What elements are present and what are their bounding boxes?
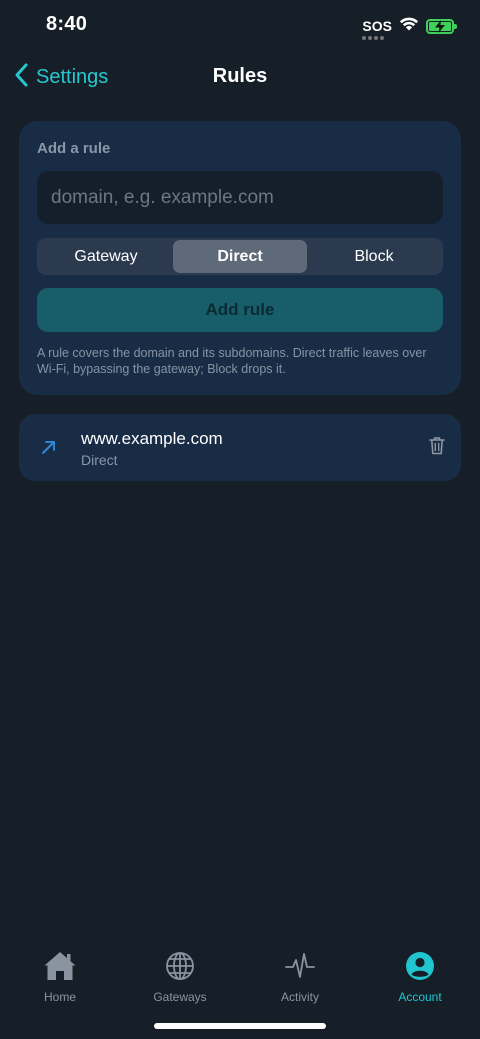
rule-domain: www.example.com <box>81 429 223 448</box>
mode-direct[interactable]: Direct <box>173 240 307 273</box>
home-icon <box>43 948 77 984</box>
home-indicator <box>154 1023 326 1029</box>
battery-icon <box>426 18 457 34</box>
pulse-icon <box>285 948 315 984</box>
add-rule-heading: Add a rule <box>37 140 111 157</box>
tab-label: Account <box>398 990 442 1004</box>
tab-account[interactable]: Account <box>360 940 480 1010</box>
tab-label: Gateways <box>153 990 207 1004</box>
add-rule-card: Add a rule Gateway Direct Block Add rule… <box>19 121 461 395</box>
status-bar: 8:40 SOS <box>0 0 480 52</box>
account-icon <box>405 948 435 984</box>
rule-list-item[interactable]: www.example.com Direct <box>19 414 461 481</box>
tab-bar: Home Gateways Activity Account <box>0 940 480 1010</box>
globe-icon <box>165 948 195 984</box>
signal-dots <box>362 36 385 40</box>
tab-activity[interactable]: Activity <box>240 940 360 1010</box>
tab-gateways[interactable]: Gateways <box>120 940 240 1010</box>
navigation-bar: Settings Rules <box>0 52 480 102</box>
mode-gateway[interactable]: Gateway <box>39 240 173 273</box>
trash-icon[interactable] <box>429 436 445 460</box>
mode-block[interactable]: Block <box>307 240 441 273</box>
rule-mode-selector: Gateway Direct Block <box>37 238 443 275</box>
sos-label: SOS <box>362 18 392 34</box>
sos-indicator: SOS <box>362 18 392 40</box>
tab-home[interactable]: Home <box>0 940 120 1010</box>
page-title: Rules <box>212 65 268 87</box>
wifi-icon <box>399 16 419 36</box>
rules-screen: 8:40 SOS Settings Rules Add a rule domai… <box>0 0 480 1039</box>
arrow-up-right-icon <box>41 439 57 460</box>
domain-input[interactable] <box>37 171 443 224</box>
rule-help-text: A rule covers the domain and its subdoma… <box>37 346 427 376</box>
tab-label: Home <box>43 990 76 1004</box>
add-rule-button[interactable]: Add rule <box>37 288 443 332</box>
tab-label: Activity <box>280 990 319 1004</box>
rule-type: Direct <box>81 452 118 468</box>
status-time: 8:40 <box>46 13 88 35</box>
status-indicators: SOS <box>362 16 457 40</box>
